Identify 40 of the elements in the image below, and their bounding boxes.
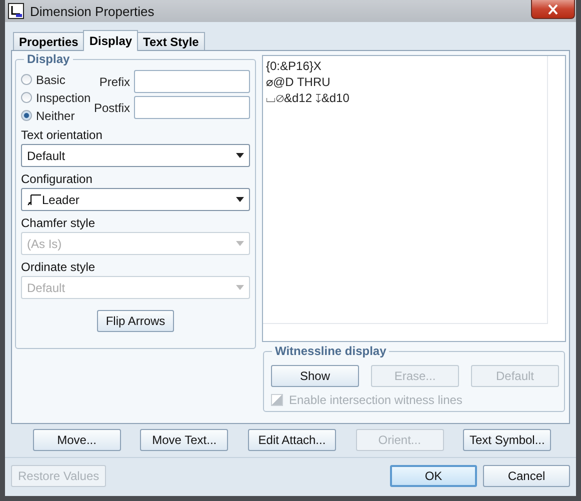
field-label: Prefix	[99, 74, 130, 88]
tab[interactable]: Properties	[13, 32, 84, 50]
dialog-button[interactable]: Cancel	[483, 465, 570, 487]
dropdown[interactable]: Leader	[21, 188, 250, 211]
caret-icon	[236, 197, 244, 202]
text-area[interactable]: {0:&P16}X ⌀@D THRU ⌴⌀&d12 ↧&d10	[262, 55, 566, 342]
radio-option[interactable]: Inspection	[21, 90, 91, 105]
group-title: Witnessline display	[272, 344, 390, 358]
action-button[interactable]: Move Text...	[140, 429, 228, 451]
field-label: Chamfer style	[21, 216, 96, 232]
prefix-field[interactable]	[134, 70, 250, 93]
witnessline-button[interactable]: Show	[271, 365, 359, 387]
window-icon	[8, 3, 24, 19]
field-label: Ordinate style	[21, 260, 96, 276]
dropdown[interactable]: Default	[21, 144, 250, 167]
caret-icon	[236, 285, 244, 290]
field-label: Text orientation	[21, 128, 104, 144]
tab[interactable]: Text Style	[137, 32, 205, 50]
postfix-field[interactable]	[134, 96, 250, 119]
text-line: {0:&P16}X	[266, 58, 322, 74]
flip-arrows-button[interactable]: Flip Arrows	[96, 310, 174, 332]
window-title: Dimension Properties	[30, 4, 156, 18]
dialog-button[interactable]: OK	[390, 465, 477, 487]
caret-icon	[236, 153, 244, 158]
checkbox-label: Enable intersection witness lines	[289, 393, 462, 407]
close-icon	[547, 4, 559, 14]
leader-icon	[27, 194, 41, 206]
field-label: Postfix	[94, 100, 130, 114]
close-button[interactable]	[531, 0, 575, 19]
action-button[interactable]: Move...	[32, 429, 121, 451]
action-button[interactable]: Edit Attach...	[248, 429, 336, 451]
tab[interactable]: Display	[83, 30, 138, 51]
text-line: ⌴⌀&d12 ↧&d10	[266, 90, 350, 106]
caret-icon	[236, 241, 244, 246]
radio-option[interactable]: Neither	[21, 108, 91, 123]
text-line: ⌀@D THRU	[266, 74, 332, 90]
field-label: Configuration	[21, 172, 94, 188]
radio-option[interactable]: Basic	[21, 72, 91, 87]
group-title: Display	[24, 52, 73, 66]
action-button[interactable]: Text Symbol...	[463, 429, 552, 451]
